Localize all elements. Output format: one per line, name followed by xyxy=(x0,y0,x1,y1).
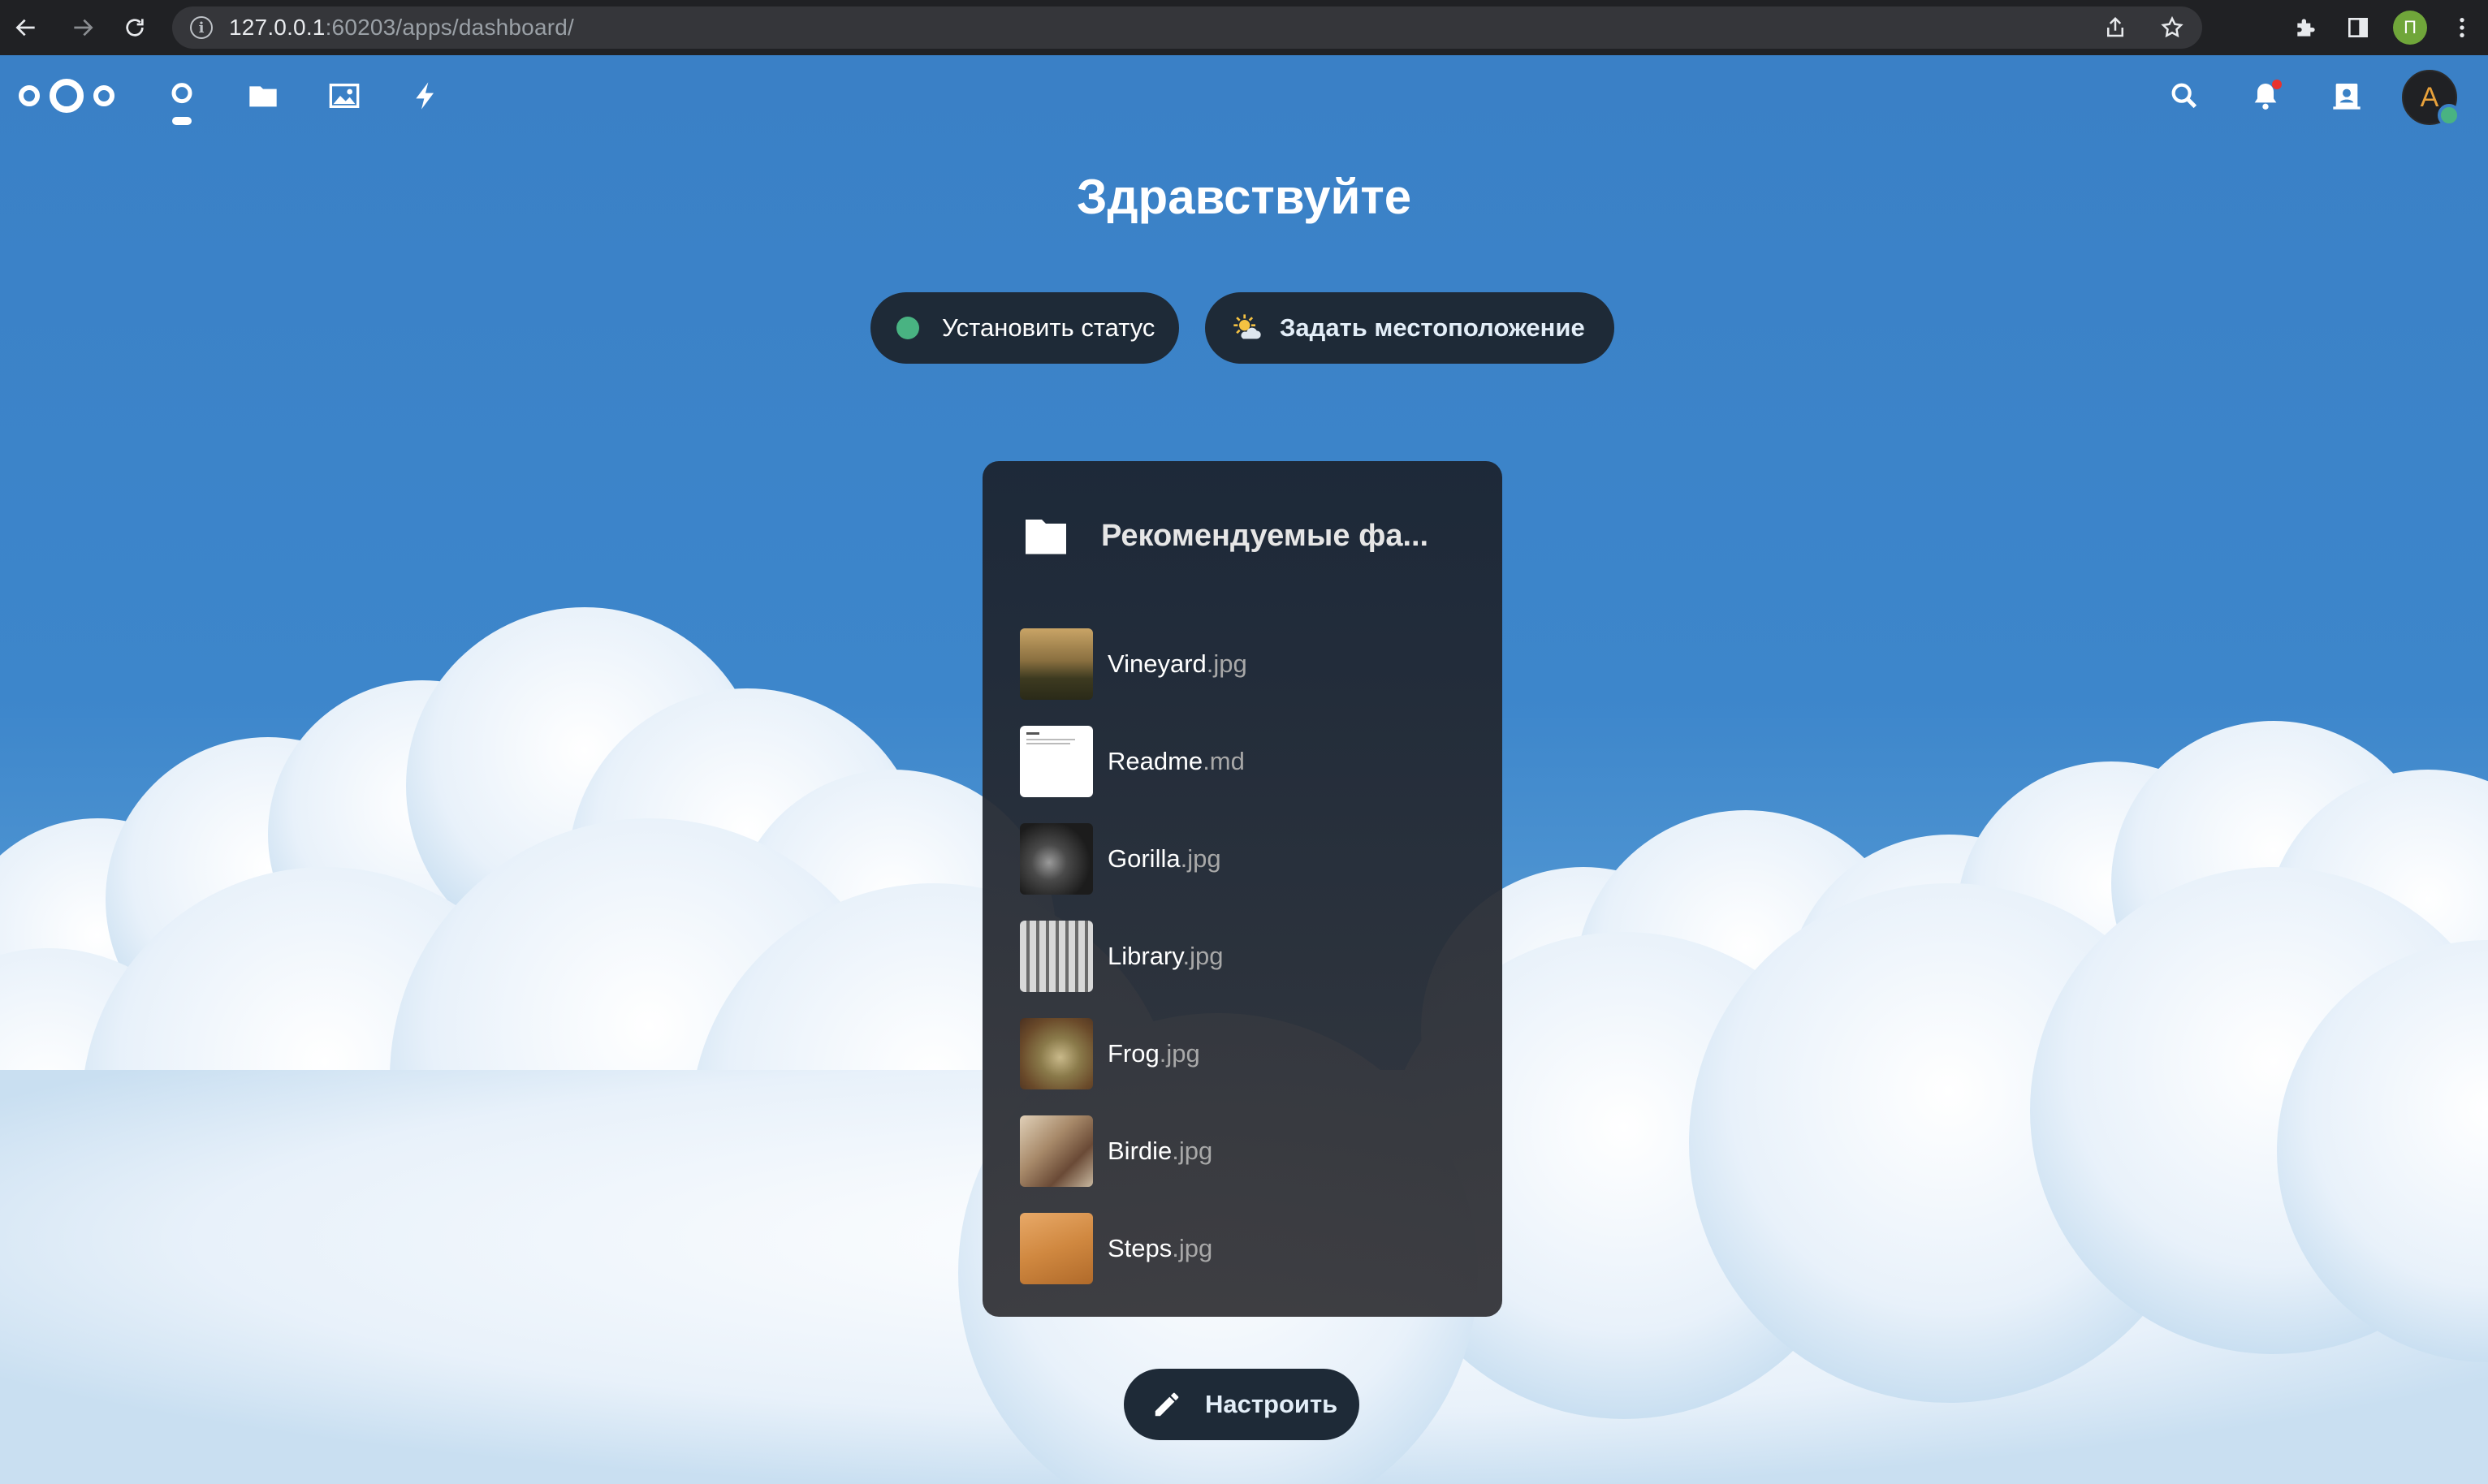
gorilla-thumbnail xyxy=(1020,823,1093,895)
app-activity[interactable] xyxy=(403,73,448,119)
profile-button[interactable]: П xyxy=(2384,0,2436,55)
readme-thumbnail xyxy=(1020,726,1093,797)
back-button[interactable] xyxy=(0,0,52,55)
vineyard-thumbnail xyxy=(1020,628,1093,700)
user-avatar[interactable]: A xyxy=(2402,70,2460,127)
file-item-birdie[interactable]: Birdie.jpg xyxy=(1020,1102,1475,1200)
address-bar[interactable]: i 127.0.0.1:60203/apps/dashboard/ xyxy=(172,6,2202,49)
steps-thumbnail xyxy=(1020,1213,1093,1284)
greeting-title: Здравствуйте xyxy=(1076,170,1412,224)
contacts-icon xyxy=(2333,84,2361,110)
widget-title: Рекомендуемые фа... xyxy=(1101,518,1429,553)
set-location-button[interactable]: Задать местоположение xyxy=(1205,292,1614,364)
pencil-icon xyxy=(1155,1392,1179,1417)
profile-avatar: П xyxy=(2393,11,2427,45)
recommended-files-widget: Рекомендуемые фа... Vineyard.jpg Readme.… xyxy=(983,461,1502,1317)
app-files[interactable] xyxy=(240,73,286,119)
dashboard-icon xyxy=(171,83,192,104)
files-icon xyxy=(249,86,277,107)
active-app-indicator xyxy=(172,117,192,125)
side-panel-icon xyxy=(2348,18,2368,37)
side-panel-button[interactable] xyxy=(2332,0,2384,55)
nextcloud-logo[interactable] xyxy=(16,75,117,117)
app-header: A xyxy=(0,55,2488,136)
folder-icon xyxy=(1026,520,1066,554)
dashboard-page: A Здравствуйте Установить статус Задать … xyxy=(0,55,2488,1484)
online-status-indicator xyxy=(2438,104,2460,127)
reload-button[interactable] xyxy=(109,0,161,55)
browser-toolbar: i 127.0.0.1:60203/apps/dashboard/ П xyxy=(0,0,2488,55)
contacts-menu-button[interactable] xyxy=(2324,73,2369,119)
notification-badge xyxy=(2272,80,2282,89)
weather-sun-cloud-icon xyxy=(1233,314,1261,339)
forward-button[interactable] xyxy=(57,0,109,55)
app-dashboard[interactable] xyxy=(159,73,205,125)
url-text[interactable]: 127.0.0.1:60203/apps/dashboard/ xyxy=(229,15,574,41)
file-list: Vineyard.jpg Readme.md Gorilla.jpg Libra… xyxy=(1020,615,1475,1297)
chrome-menu-button[interactable] xyxy=(2436,0,2488,55)
search-icon xyxy=(2171,83,2197,109)
customize-button[interactable]: Настроить xyxy=(1124,1369,1359,1440)
file-item-gorilla[interactable]: Gorilla.jpg xyxy=(1020,810,1475,908)
unified-search-button[interactable] xyxy=(2162,73,2207,119)
extensions-button[interactable] xyxy=(2280,0,2332,55)
birdie-thumbnail xyxy=(1020,1115,1093,1187)
frog-thumbnail xyxy=(1020,1018,1093,1089)
notifications-button[interactable] xyxy=(2243,73,2288,119)
photos-icon xyxy=(329,84,360,108)
star-icon[interactable] xyxy=(2160,15,2184,40)
file-item-frog[interactable]: Frog.jpg xyxy=(1020,1005,1475,1102)
online-status-icon xyxy=(896,317,919,339)
info-icon[interactable]: i xyxy=(190,16,213,39)
forward-icon xyxy=(74,19,93,37)
share-icon[interactable] xyxy=(2103,15,2127,40)
extensions-icon xyxy=(2297,19,2315,37)
library-thumbnail xyxy=(1020,921,1093,992)
set-status-button[interactable]: Установить статус xyxy=(870,292,1179,364)
reload-icon xyxy=(126,19,144,37)
menu-icon xyxy=(2460,18,2464,37)
back-icon xyxy=(15,19,35,37)
file-item-vineyard[interactable]: Vineyard.jpg xyxy=(1020,615,1475,713)
activity-icon xyxy=(416,82,434,110)
file-item-readme[interactable]: Readme.md xyxy=(1020,713,1475,810)
file-item-steps[interactable]: Steps.jpg xyxy=(1020,1200,1475,1297)
app-photos[interactable] xyxy=(322,73,367,119)
file-item-library[interactable]: Library.jpg xyxy=(1020,908,1475,1005)
